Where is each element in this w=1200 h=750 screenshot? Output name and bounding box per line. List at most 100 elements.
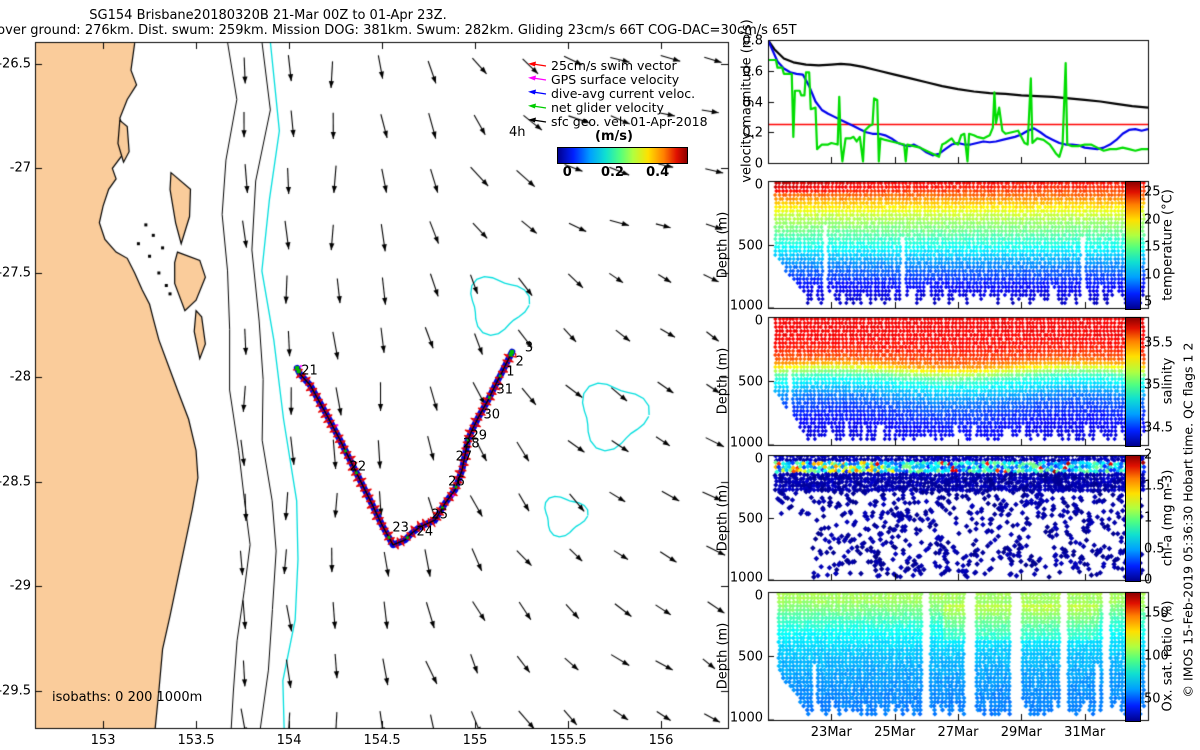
map-x-tick-label: 154.5 — [363, 733, 401, 748]
velocity-y-tick-label: 0.2 — [742, 125, 763, 140]
legend-arrow-icon — [528, 75, 547, 81]
track-day-label: 2 — [515, 354, 524, 370]
figure-title-line1: SG154 Brisbane20180320B 21-Mar 00Z to 01… — [89, 8, 447, 23]
depth-y-tick-label: 500 — [738, 511, 763, 526]
date-tick-label: 27Mar — [937, 725, 979, 740]
chl-a-colorbar-label: chl-a (mg m-3) — [1160, 469, 1176, 566]
oxygen-colorbar-label: Ox. sat. ratio (%) — [1160, 600, 1176, 712]
chl-a-colorbar — [1125, 455, 1141, 582]
track-day-label: 21 — [301, 363, 318, 379]
velocity-y-tick-label: 0.6 — [742, 64, 763, 79]
track-day-label: 31 — [496, 382, 514, 398]
chl-a-colorbar-tick-label: 2 — [1144, 447, 1153, 463]
depth-y-tick-label: 500 — [738, 374, 763, 389]
date-tick-label: 23Mar — [810, 725, 852, 740]
legend-colorbar-tick-label: 0.2 — [600, 165, 624, 180]
legend-colorbar-title: (m/s) — [595, 129, 633, 144]
depth-y-tick-label: 1000 — [729, 298, 763, 314]
depth-axis-label: Depth (m) — [715, 484, 731, 551]
salinity-colorbar-label: salinity — [1160, 357, 1176, 405]
map-x-tick-label: 156 — [648, 733, 674, 748]
figure-title-line2: Dist. over ground: 276km. Dist. swum: 25… — [0, 23, 797, 38]
map-y-tick-label: -27.5 — [0, 265, 31, 281]
depth-y-tick-label: 1000 — [729, 570, 763, 586]
date-tick-label: 31Mar — [1064, 725, 1106, 740]
chl-a-colorbar-tick-label: 0 — [1144, 572, 1153, 588]
legend-arrow-icon — [528, 117, 547, 123]
chl-a-colorbar-tick-label: 1 — [1144, 510, 1153, 525]
salinity-colorbar-tick-label: 35.5 — [1144, 335, 1173, 351]
depth-y-tick-label: 500 — [738, 238, 763, 253]
legend-item: 25cm/s swim vector — [527, 57, 708, 73]
track-day-label: 27 — [455, 449, 473, 465]
legend-colorbar — [557, 147, 688, 164]
legend-colorbar-tick-label: 0 — [562, 165, 572, 180]
legend-item-label: GPS surface velocity — [551, 71, 680, 87]
map-x-tick-label: 154 — [276, 733, 302, 748]
map-legend: 25cm/s swim vector GPS surface velocity … — [527, 57, 708, 129]
legend-item-label: dive-avg current veloc. — [551, 85, 696, 101]
track-day-label: 25 — [431, 507, 448, 523]
velocity-y-tick-label: 0.4 — [742, 95, 763, 110]
temperature-colorbar-label: temperature (°C) — [1160, 188, 1176, 301]
map-x-tick-label: 155 — [462, 733, 488, 748]
oxygen-colorbar — [1125, 592, 1141, 722]
map-x-tick-label: 153 — [90, 733, 116, 748]
salinity-colorbar-tick-label: 35 — [1144, 377, 1161, 393]
depth-y-tick-label: 1000 — [729, 435, 763, 451]
track-day-label: 1 — [506, 364, 515, 380]
temperature-colorbar — [1125, 181, 1141, 310]
legend-arrow-icon — [528, 89, 547, 95]
depth-axis-label: Depth (m) — [715, 211, 731, 278]
track-day-label: 26 — [448, 474, 465, 490]
depth-y-tick-label: 500 — [738, 649, 763, 664]
map-y-tick-label: -29 — [9, 578, 31, 594]
depth-y-tick-label: 0 — [754, 313, 763, 329]
depth-y-tick-label: 0 — [754, 451, 763, 467]
legend-arrow-icon — [528, 61, 547, 67]
legend-item-label: 25cm/s swim vector — [551, 57, 677, 73]
velocity-y-tick-label: 0 — [754, 156, 763, 171]
depth-axis-label: Depth (m) — [715, 347, 731, 415]
map-y-tick-label: -28 — [9, 369, 31, 385]
map-x-tick-label: 153.5 — [177, 733, 215, 748]
glider-mission-figure: SG154 Brisbane20180320B 21-Mar 00Z to 01… — [0, 0, 1200, 750]
temperature-colorbar-tick-label: 15 — [1144, 239, 1161, 255]
temperature-colorbar-tick-label: 25 — [1144, 184, 1161, 200]
legend-item: dive-avg current veloc. — [527, 85, 708, 101]
date-tick-label: 25Mar — [874, 725, 916, 740]
temperature-colorbar-tick-label: 20 — [1144, 212, 1161, 228]
legend-item: net glider velocity — [527, 99, 708, 115]
salinity-colorbar — [1125, 317, 1141, 447]
track-day-label: 23 — [392, 520, 409, 536]
date-tick-label: 29Mar — [1000, 725, 1042, 740]
track-day-label: 29 — [470, 428, 488, 444]
temperature-colorbar-tick-label: 5 — [1144, 294, 1153, 310]
velocity-y-tick-label: 0.8 — [742, 33, 763, 48]
depth-y-tick-label: 1000 — [729, 710, 763, 726]
isobaths-note: isobaths: 0 200 1000m — [52, 690, 203, 705]
depth-y-tick-label: 0 — [754, 588, 763, 604]
salinity-colorbar-tick-label: 34.5 — [1144, 420, 1173, 436]
depth-axis-label: Depth (m) — [715, 622, 731, 690]
legend-item-label: sfc geo. vel. 01-Apr-2018 — [551, 113, 708, 129]
legend-arrow-icon — [528, 103, 547, 109]
depth-y-tick-label: 0 — [754, 177, 763, 193]
map-y-tick-label: -27 — [9, 160, 31, 176]
track-day-label: 24 — [416, 524, 434, 540]
legend-colorbar-tick-label: 0.4 — [646, 165, 670, 180]
track-day-label: 30 — [483, 407, 501, 423]
map-y-tick-label: -29.5 — [0, 683, 31, 699]
legend-item-label: net glider velocity — [551, 99, 664, 115]
map-y-tick-label: -26.5 — [0, 56, 31, 72]
track-day-label: 22 — [349, 459, 367, 475]
legend-item: GPS surface velocity — [527, 71, 708, 87]
temperature-colorbar-tick-label: 10 — [1144, 267, 1161, 283]
legend-time-scale-label: 4h — [509, 125, 526, 140]
legend-item: sfc geo. vel. 01-Apr-2018 — [527, 113, 708, 129]
map-y-tick-label: -28.5 — [0, 474, 31, 490]
track-day-label: 3 — [524, 340, 534, 356]
map-x-tick-label: 155.5 — [549, 733, 587, 748]
oxygen-colorbar-tick-label: 50 — [1144, 691, 1161, 707]
imos-watermark: © IMOS 15-Feb-2019 05:36:30 Hobart time.… — [1180, 342, 1196, 698]
